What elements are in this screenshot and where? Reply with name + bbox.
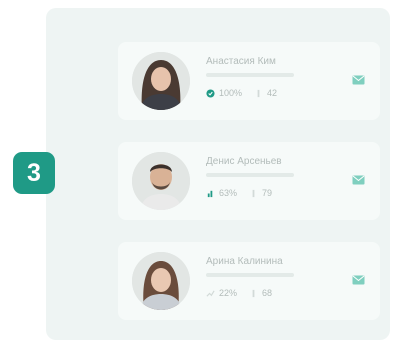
avatar (132, 252, 190, 310)
employee-card[interactable]: Арина Калинина 22% 68 (118, 242, 380, 320)
completion-value: 63% (219, 188, 238, 198)
employee-stats: 22% 68 (206, 288, 272, 298)
mail-button[interactable] (350, 72, 366, 88)
employee-name: Денис Арсеньев (206, 156, 282, 167)
count-value: 42 (267, 88, 278, 98)
mail-button[interactable] (350, 272, 366, 288)
employee-stats: 63% 79 (206, 188, 272, 198)
employee-stats: 100% 42 (206, 88, 277, 98)
count-value: 79 (262, 188, 273, 198)
employee-email-placeholder (206, 173, 294, 177)
check-circle-icon (206, 88, 215, 98)
list-icon (257, 89, 260, 97)
avatar (132, 152, 190, 210)
employee-card[interactable]: Анастасия Ким 100% 42 (118, 42, 380, 120)
avatar (132, 52, 190, 110)
employee-name: Анастасия Ким (206, 56, 276, 67)
employee-email-placeholder (206, 73, 294, 77)
list-icon (252, 289, 255, 297)
list-icon (252, 189, 255, 197)
employee-card[interactable]: Денис Арсеньев 63% 79 (118, 142, 380, 220)
trend-icon (206, 289, 215, 297)
chart-icon (207, 190, 213, 197)
completion-value: 100% (219, 88, 243, 98)
count-value: 68 (262, 288, 273, 298)
mail-icon (352, 75, 364, 85)
employee-name: Арина Калинина (206, 256, 283, 267)
completion-value: 22% (219, 288, 238, 298)
employee-email-placeholder (206, 273, 294, 277)
step-number-badge: 3 (13, 152, 55, 194)
employees-panel: Анастасия Ким 100% 42 Денис Арсеньев 63%… (46, 8, 390, 340)
mail-icon (352, 175, 364, 185)
mail-button[interactable] (350, 172, 366, 188)
mail-icon (352, 275, 364, 285)
